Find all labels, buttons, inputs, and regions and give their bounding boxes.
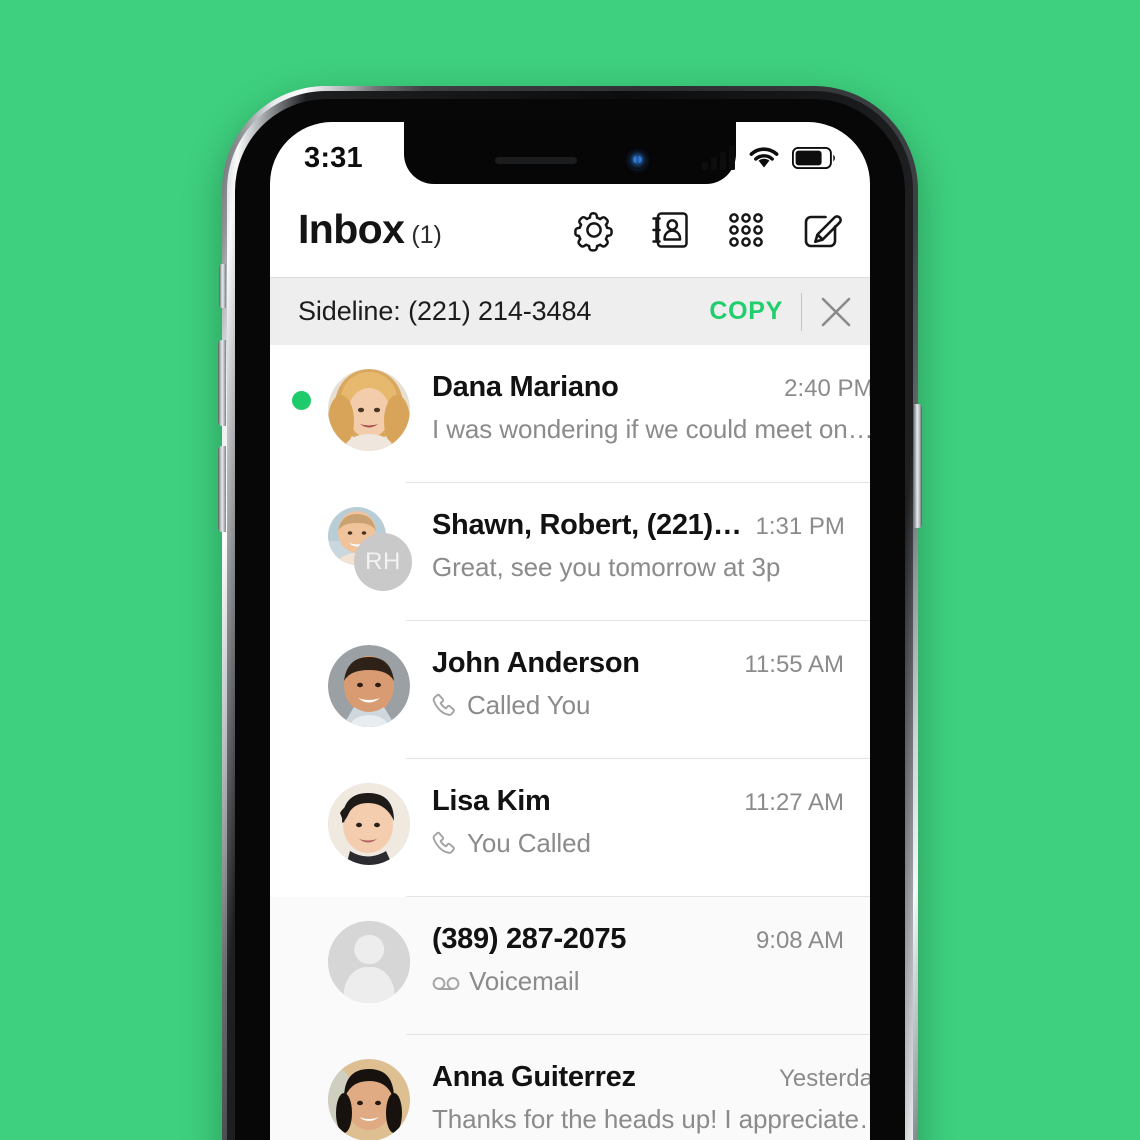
voicemail-icon bbox=[432, 972, 460, 992]
conversation-content: Anna Guiterrez Yesterday Thanks for the … bbox=[432, 1035, 870, 1135]
header-actions bbox=[572, 208, 844, 252]
avatar-photo-john bbox=[328, 645, 410, 727]
conversation-name: (389) 287-2075 bbox=[432, 923, 627, 955]
compose-icon bbox=[799, 207, 845, 253]
compose-button[interactable] bbox=[800, 208, 844, 252]
keypad-button[interactable] bbox=[724, 208, 768, 252]
power-button[interactable] bbox=[914, 404, 922, 528]
avatar-placeholder bbox=[328, 921, 410, 1003]
conversation-time: 11:55 AM bbox=[744, 651, 844, 678]
page-title: Inbox (1) bbox=[298, 206, 572, 253]
wifi-icon bbox=[748, 146, 780, 170]
volume-up-button[interactable] bbox=[218, 340, 226, 426]
sideline-number-label: Sideline: (221) 214-3484 bbox=[298, 296, 592, 326]
conversation-name: Anna Guiterrez bbox=[432, 1061, 636, 1093]
conversation-content: Shawn, Robert, (221)… 1:31 PM Great, see… bbox=[432, 483, 870, 583]
avatar-photo-lisa bbox=[328, 783, 410, 865]
contacts-book-icon bbox=[648, 208, 692, 252]
avatar bbox=[328, 921, 410, 1003]
avatar-photo-anna bbox=[328, 1059, 410, 1140]
keypad-icon bbox=[724, 208, 768, 252]
page-title-text: Inbox bbox=[298, 206, 405, 252]
avatar bbox=[328, 645, 410, 727]
close-banner-button[interactable] bbox=[802, 278, 870, 346]
status-bar: 3:31 bbox=[270, 122, 870, 184]
contacts-button[interactable] bbox=[648, 208, 692, 252]
status-bar-icons bbox=[702, 146, 836, 170]
group-avatar: RH bbox=[328, 507, 412, 591]
copy-button[interactable]: COPY bbox=[691, 297, 801, 326]
conversation-list: Dana Mariano 2:40 PM I was wondering if … bbox=[270, 345, 870, 1140]
conversation-preview: Voicemail bbox=[469, 966, 580, 996]
conversation-row-john-anderson[interactable]: John Anderson 11:55 AM Called You bbox=[270, 621, 870, 759]
app-header: Inbox (1) bbox=[270, 184, 870, 277]
phone-icon bbox=[432, 693, 458, 719]
conversation-row-lisa-kim[interactable]: Lisa Kim 11:27 AM You Called bbox=[270, 759, 870, 897]
avatar bbox=[328, 783, 410, 865]
conversation-time: 2:40 PM bbox=[784, 375, 870, 402]
unread-count-label: (1) bbox=[411, 221, 442, 249]
sideline-banner: Sideline: (221) 214-3484 COPY bbox=[270, 277, 870, 345]
conversation-preview: Great, see you tomorrow at 3p bbox=[432, 552, 781, 582]
avatar-photo-dana bbox=[328, 369, 410, 451]
conversation-content: (389) 287-2075 9:08 AM Voicemail bbox=[432, 897, 870, 997]
conversation-time: 11:27 AM bbox=[744, 789, 844, 816]
phone-device: 3:31 Inbox (1) Sideline: (221) 214-3484 … bbox=[218, 86, 922, 1140]
conversation-content: John Anderson 11:55 AM Called You bbox=[432, 621, 870, 721]
status-bar-time: 3:31 bbox=[304, 141, 363, 174]
conversation-row-dana-mariano[interactable]: Dana Mariano 2:40 PM I was wondering if … bbox=[270, 345, 870, 483]
person-placeholder-icon bbox=[328, 921, 410, 1003]
conversation-content: Dana Mariano 2:40 PM I was wondering if … bbox=[432, 345, 870, 445]
conversation-name: John Anderson bbox=[432, 647, 640, 679]
conversation-row-anna-guiterrez[interactable]: Anna Guiterrez Yesterday Thanks for the … bbox=[270, 1035, 870, 1140]
conversation-preview: Thanks for the heads up! I appreciate… bbox=[432, 1104, 870, 1134]
cellular-signal-icon bbox=[702, 146, 736, 170]
avatar bbox=[328, 1059, 410, 1140]
conversation-preview: Called You bbox=[467, 690, 591, 720]
settings-button[interactable] bbox=[572, 208, 616, 252]
conversation-time: 1:31 PM bbox=[755, 513, 845, 540]
group-avatar-initials: RH bbox=[354, 533, 412, 591]
gear-icon bbox=[572, 208, 616, 252]
mute-switch-button[interactable] bbox=[219, 264, 226, 308]
battery-icon bbox=[792, 147, 836, 169]
volume-down-button[interactable] bbox=[218, 446, 226, 532]
conversation-row-voicemail[interactable]: (389) 287-2075 9:08 AM Voicemail bbox=[270, 897, 870, 1035]
conversation-name: Shawn, Robert, (221)… bbox=[432, 509, 742, 541]
conversation-preview: You Called bbox=[467, 828, 591, 858]
phone-icon bbox=[432, 831, 458, 857]
conversation-name: Dana Mariano bbox=[432, 371, 619, 403]
conversation-preview: I was wondering if we could meet on… bbox=[432, 414, 870, 444]
conversation-name: Lisa Kim bbox=[432, 785, 551, 817]
avatar bbox=[328, 369, 410, 451]
phone-screen: 3:31 Inbox (1) Sideline: (221) 214-3484 … bbox=[270, 122, 870, 1140]
close-icon bbox=[818, 294, 854, 330]
conversation-time: 9:08 AM bbox=[755, 927, 844, 954]
conversation-content: Lisa Kim 11:27 AM You Called bbox=[432, 759, 870, 859]
conversation-time: Yesterday bbox=[779, 1065, 870, 1092]
unread-indicator-dot bbox=[292, 391, 311, 410]
conversation-row-group[interactable]: RH Shawn, Robert, (221)… 1:31 PM Great, … bbox=[270, 483, 870, 621]
